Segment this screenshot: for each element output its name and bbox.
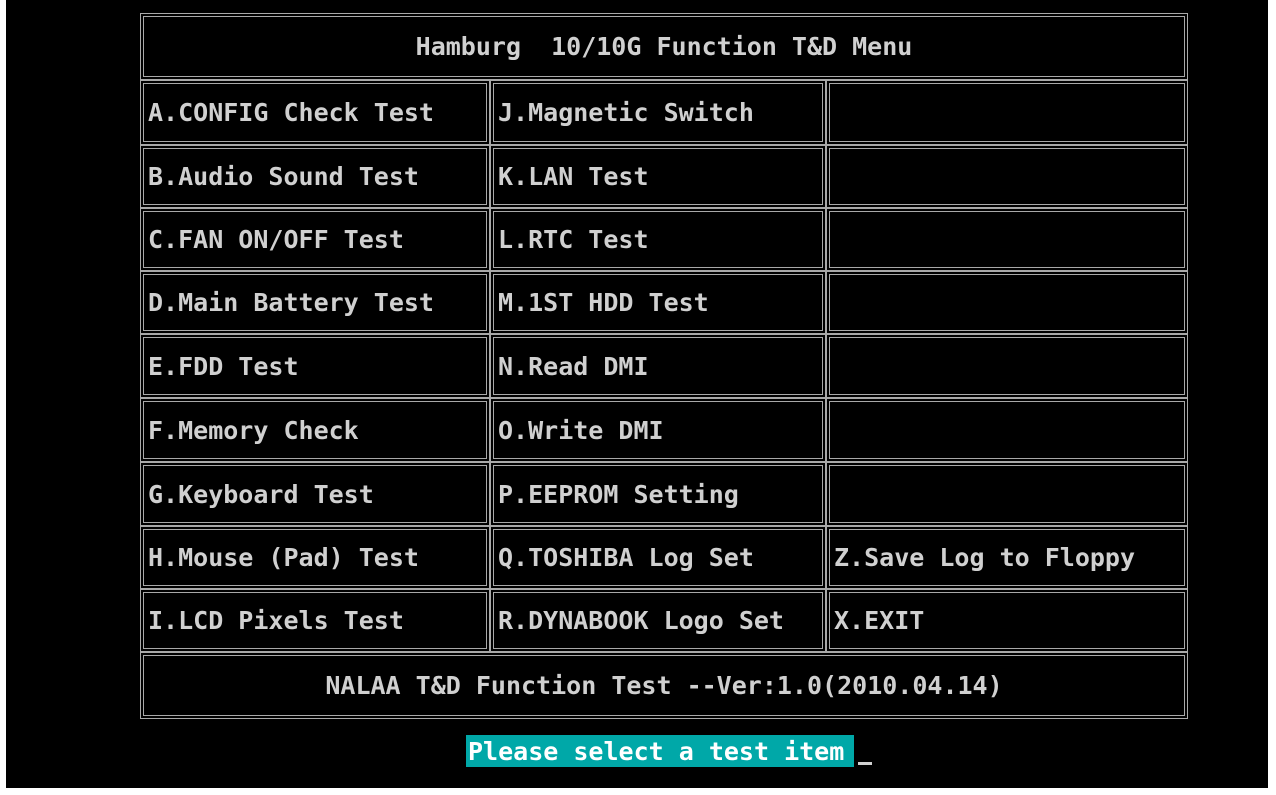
menu-item-f[interactable]: F.Memory Check <box>140 398 490 462</box>
menu-title-box: Hamburg 10/10G Function T&D Menu <box>140 13 1188 80</box>
text-cursor <box>858 762 873 765</box>
menu-item-label: O.Write DMI <box>498 415 664 445</box>
command-prompt[interactable]: Please select a test item <box>466 735 873 767</box>
menu-item-label: Z.Save Log to Floppy <box>834 543 1136 572</box>
menu-item-p[interactable]: P.EEPROM Setting <box>490 462 826 526</box>
menu-item-d[interactable]: D.Main Battery Test <box>140 271 490 334</box>
menu-item-label: N.Read DMI <box>498 351 649 381</box>
menu-item-n[interactable]: N.Read DMI <box>490 334 826 398</box>
dos-screen: Hamburg 10/10G Function T&D Menu A.CONFI… <box>6 0 1268 788</box>
menu-item-x[interactable]: X.EXIT <box>826 589 1188 652</box>
version-footer: NALAA T&D Function Test --Ver:1.0(2010.0… <box>325 671 1003 700</box>
menu-item-label: P.EEPROM Setting <box>498 479 739 509</box>
menu-item-j[interactable]: J.Magnetic Switch <box>490 80 826 145</box>
menu-item-g[interactable]: G.Keyboard Test <box>140 462 490 526</box>
version-footer-box: NALAA T&D Function Test --Ver:1.0(2010.0… <box>140 652 1188 719</box>
menu-item-o[interactable]: O.Write DMI <box>490 398 826 462</box>
menu-item-label: D.Main Battery Test <box>148 288 434 317</box>
menu-item-label: Q.TOSHIBA Log Set <box>498 543 754 572</box>
menu-item-i[interactable]: I.LCD Pixels Test <box>140 589 490 652</box>
menu-item-a[interactable]: A.CONFIG Check Test <box>140 80 490 145</box>
menu-item-label: H.Mouse (Pad) Test <box>148 543 419 572</box>
menu-item-l[interactable]: L.RTC Test <box>490 208 826 271</box>
menu-title: Hamburg 10/10G Function T&D Menu <box>415 32 913 61</box>
menu-item-label: J.Magnetic Switch <box>498 98 754 127</box>
menu-item-label: L.RTC Test <box>498 225 649 254</box>
menu-item-label: I.LCD Pixels Test <box>148 606 404 635</box>
menu-item-b[interactable]: B.Audio Sound Test <box>140 145 490 208</box>
menu-empty-cell <box>826 208 1188 271</box>
menu-item-label: K.LAN Test <box>498 162 649 191</box>
menu-item-k[interactable]: K.LAN Test <box>490 145 826 208</box>
menu-item-e[interactable]: E.FDD Test <box>140 334 490 398</box>
menu-item-z[interactable]: Z.Save Log to Floppy <box>826 526 1188 589</box>
menu-item-m[interactable]: M.1ST HDD Test <box>490 271 826 334</box>
menu-item-label: E.FDD Test <box>148 351 299 381</box>
menu-empty-cell <box>826 80 1188 145</box>
menu-item-label: G.Keyboard Test <box>148 479 374 509</box>
menu-empty-cell <box>826 398 1188 462</box>
menu-item-label: B.Audio Sound Test <box>148 162 419 191</box>
menu-item-label: R.DYNABOOK Logo Set <box>498 606 784 635</box>
menu-item-label: X.EXIT <box>834 606 925 635</box>
menu-item-q[interactable]: Q.TOSHIBA Log Set <box>490 526 826 589</box>
menu-empty-cell <box>826 334 1188 398</box>
menu-item-label: M.1ST HDD Test <box>498 288 709 317</box>
menu-empty-cell <box>826 145 1188 208</box>
menu-empty-cell <box>826 462 1188 526</box>
menu-item-c[interactable]: C.FAN ON/OFF Test <box>140 208 490 271</box>
menu-empty-cell <box>826 271 1188 334</box>
menu-item-label: A.CONFIG Check Test <box>148 98 434 127</box>
menu-item-label: F.Memory Check <box>148 415 359 445</box>
menu-item-r[interactable]: R.DYNABOOK Logo Set <box>490 589 826 652</box>
menu-item-h[interactable]: H.Mouse (Pad) Test <box>140 526 490 589</box>
menu-item-label: C.FAN ON/OFF Test <box>148 225 404 254</box>
prompt-text: Please select a test item <box>466 735 855 767</box>
